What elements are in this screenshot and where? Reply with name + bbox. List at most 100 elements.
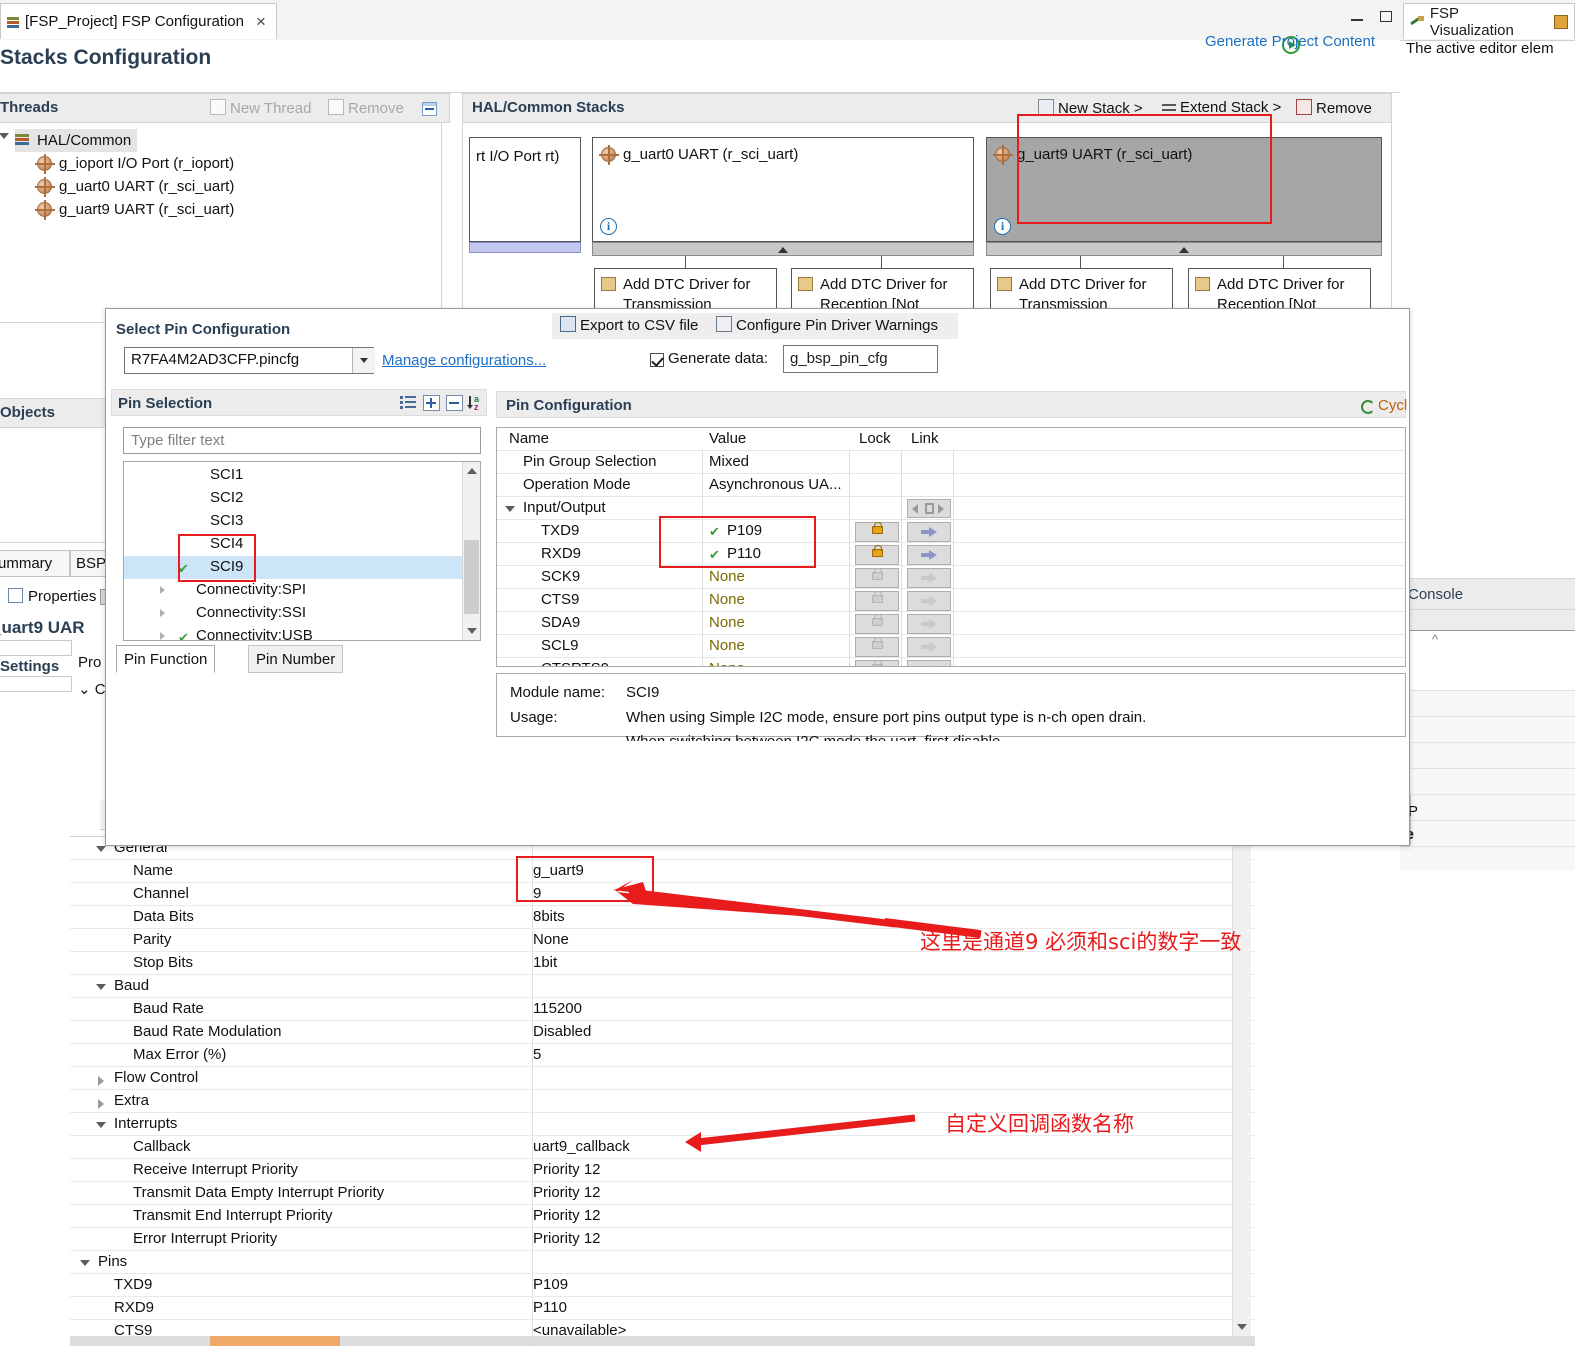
table-row[interactable]: SCK9 None — [497, 566, 1405, 589]
properties-horizontal-scrollbar[interactable] — [70, 1336, 1255, 1346]
table-row[interactable]: CTSRTS9 None — [497, 658, 1405, 666]
tree-item-sci4[interactable]: SCI4 — [124, 533, 464, 556]
chevron-down-icon[interactable] — [96, 846, 106, 852]
lock-button[interactable] — [855, 614, 899, 634]
editor-tab-fsp-configuration[interactable]: [FSP_Project] FSP Configuration × — [0, 3, 277, 39]
chevron-right-icon[interactable] — [160, 609, 165, 617]
manage-configurations-link[interactable]: Manage configurations... — [382, 352, 546, 369]
collapse-all-icon[interactable] — [422, 102, 437, 116]
table-row[interactable]: Channel 9 — [70, 883, 1255, 906]
lock-button[interactable] — [855, 637, 899, 657]
remove-stack-button[interactable]: Remove — [1296, 99, 1372, 117]
pin-selection-tree[interactable]: SCI1 SCI2 SCI3 SCI4 ✔ SCI9 Connectivity:S… — [123, 461, 481, 641]
table-row[interactable]: Input/Output — [497, 497, 1405, 520]
chevron-down-icon[interactable] — [96, 1122, 106, 1128]
filter-input[interactable]: Type filter text — [123, 427, 481, 454]
table-row[interactable]: SCL9 None — [497, 635, 1405, 658]
table-row[interactable]: Pin Group Selection Mixed — [497, 451, 1405, 474]
sort-az-icon[interactable]: a z — [467, 395, 486, 412]
stack-box-uart9[interactable]: g_uart9 UART (r_sci_uart) i — [986, 137, 1382, 242]
chevron-up-icon[interactable] — [467, 468, 477, 474]
left-properties-tab[interactable]: Properties — [8, 588, 96, 605]
maximize-button[interactable] — [1377, 8, 1395, 26]
generate-data-input[interactable]: g_bsp_pin_cfg — [783, 345, 938, 373]
left-settings-label[interactable]: Settings — [0, 658, 59, 675]
table-row[interactable]: Transmit Data Empty Interrupt Priority Pr… — [70, 1182, 1255, 1205]
tree-item-connectivity-usb[interactable]: ✔ Connectivity:USB — [124, 625, 464, 640]
table-row[interactable]: Transmit End Interrupt Priority Priority … — [70, 1205, 1255, 1228]
link-button[interactable] — [907, 545, 951, 565]
list-icon[interactable] — [400, 395, 417, 411]
tree-item-sci3[interactable]: SCI3 — [124, 510, 464, 533]
scrollbar-thumb[interactable] — [210, 1336, 340, 1346]
table-row[interactable]: Max Error (%) 5 — [70, 1044, 1255, 1067]
configure-pin-driver-warnings-button[interactable]: Configure Pin Driver Warnings — [716, 316, 938, 334]
extend-stack-button[interactable]: Extend Stack > — [1162, 99, 1281, 116]
close-icon[interactable]: × — [256, 13, 266, 30]
threads-tree[interactable]: HAL/Common g_ioport I/O Port (r_ioport) … — [0, 123, 442, 323]
chevron-right-icon[interactable] — [98, 1099, 104, 1109]
stack-box-ioport[interactable]: rt I/O Port rt) — [469, 137, 581, 242]
chevron-down-icon[interactable] — [80, 1260, 90, 1266]
uart0-grip-bar[interactable] — [592, 242, 974, 256]
table-row[interactable]: RXD9 ✔ P110 — [497, 543, 1405, 566]
remove-thread-button[interactable]: Remove — [328, 99, 404, 117]
table-row[interactable]: TXD9 ✔ P109 — [497, 520, 1405, 543]
chevron-down-icon[interactable] — [467, 628, 477, 634]
info-icon[interactable]: i — [600, 218, 617, 235]
table-row[interactable]: Flow Control — [70, 1067, 1255, 1090]
table-row[interactable]: Name g_uart9 — [70, 860, 1255, 883]
table-row[interactable]: Baud — [70, 975, 1255, 998]
lock-button[interactable] — [855, 660, 899, 666]
link-group-button[interactable] — [907, 499, 951, 518]
generate-project-content-button[interactable]: Generate Project Content — [1190, 33, 1390, 50]
cycle-label[interactable]: Cycl — [1378, 397, 1407, 414]
tree-item-sci1[interactable]: SCI1 — [124, 464, 464, 487]
chevron-down-icon[interactable] — [0, 133, 9, 139]
table-row[interactable]: RXD9 P110 — [70, 1297, 1255, 1320]
new-thread-button[interactable]: New Thread — [210, 99, 311, 117]
lock-button[interactable] — [855, 591, 899, 611]
scrollbar-thumb[interactable] — [464, 540, 479, 614]
export-to-csv-button[interactable]: Export to CSV file — [560, 316, 698, 334]
info-icon[interactable]: i — [994, 218, 1011, 235]
tree-item-sci2[interactable]: SCI2 — [124, 487, 464, 510]
table-row[interactable]: TXD9 P109 — [70, 1274, 1255, 1297]
link-button[interactable] — [907, 660, 951, 666]
tab-pin-number[interactable]: Pin Number — [248, 645, 344, 673]
pincfg-file-select[interactable]: R7FA4M2AD3CFP.pincfg — [124, 347, 374, 374]
uart9-grip-bar[interactable] — [986, 242, 1382, 256]
lock-button[interactable] — [855, 545, 899, 565]
lock-button[interactable] — [855, 522, 899, 542]
link-button[interactable] — [907, 614, 951, 634]
new-stack-button[interactable]: New Stack > — [1038, 99, 1143, 117]
tree-item-connectivity-ssi[interactable]: Connectivity:SSI — [124, 602, 464, 625]
generate-data-checkbox[interactable] — [650, 353, 664, 367]
lock-button[interactable] — [855, 568, 899, 588]
table-row[interactable]: Baud Rate Modulation Disabled — [70, 1021, 1255, 1044]
chevron-down-icon[interactable] — [1237, 1324, 1247, 1330]
tree-item-connectivity-spi[interactable]: Connectivity:SPI — [124, 579, 464, 602]
link-button[interactable] — [907, 591, 951, 611]
chevron-down-icon[interactable] — [352, 348, 375, 373]
ioport-grip-bar[interactable] — [469, 242, 581, 253]
tree-node-ioport[interactable]: g_ioport I/O Port (r_ioport) — [35, 152, 234, 175]
tree-node-uart9[interactable]: g_uart9 UART (r_sci_uart) — [35, 198, 234, 221]
table-row[interactable]: CTS9 None — [497, 589, 1405, 612]
properties-table[interactable]: General Name g_uart9 Channel 9 Data Bits 8b… — [70, 836, 1255, 1347]
collapse-all-icon[interactable] — [446, 395, 463, 411]
chevron-right-icon[interactable] — [160, 632, 165, 640]
chevron-down-icon[interactable] — [505, 506, 515, 512]
stack-box-uart0[interactable]: g_uart0 UART (r_sci_uart) i — [592, 137, 974, 242]
tree-node-hal-common[interactable]: HAL/Common — [15, 129, 138, 152]
tab-fsp-visualization[interactable]: FSP Visualization — [1403, 3, 1575, 39]
table-row[interactable]: Error Interrupt Priority Priority 12 — [70, 1228, 1255, 1251]
properties-vertical-scrollbar[interactable] — [1232, 836, 1251, 1338]
tab-pin-function[interactable]: Pin Function — [116, 645, 216, 673]
pin-configuration-table[interactable]: Name Value Lock Link Pin Group Selection… — [496, 427, 1406, 667]
expand-all-icon[interactable] — [423, 395, 440, 411]
table-row[interactable]: SDA9 None — [497, 612, 1405, 635]
chevron-right-icon[interactable] — [98, 1076, 104, 1086]
table-row[interactable]: Baud Rate 115200 — [70, 998, 1255, 1021]
left-chevron-row[interactable]: ⌄ C — [78, 680, 106, 698]
